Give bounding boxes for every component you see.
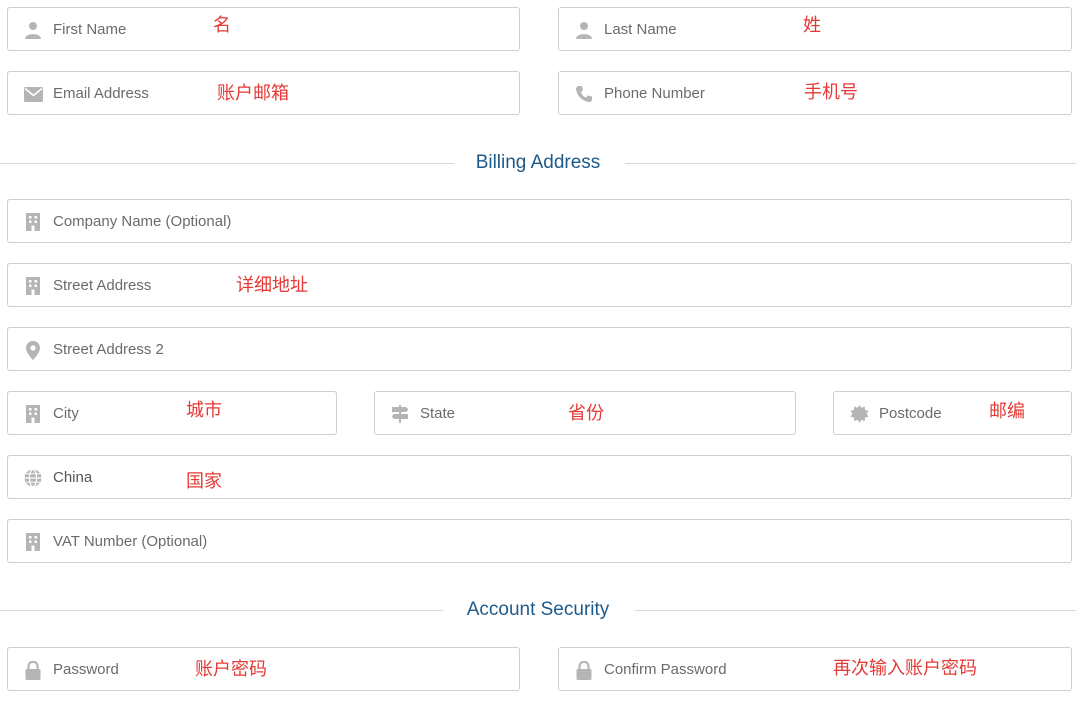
country-note: 国家 xyxy=(186,471,222,492)
certificate-icon xyxy=(849,404,869,424)
vat-number-input[interactable] xyxy=(53,520,1056,562)
user-icon xyxy=(574,20,594,40)
user-icon xyxy=(23,20,43,40)
divider-line xyxy=(625,163,1076,164)
vat-number-field[interactable] xyxy=(7,519,1072,563)
signpost-icon xyxy=(390,404,410,424)
postcode-note: 邮编 xyxy=(989,401,1025,422)
billing-section-divider: Billing Address xyxy=(0,151,1076,175)
street-address-input[interactable] xyxy=(53,264,1056,306)
city-field[interactable] xyxy=(7,391,337,435)
building-icon xyxy=(23,212,43,232)
lock-icon xyxy=(23,660,43,680)
company-input[interactable] xyxy=(53,200,1056,242)
globe-icon xyxy=(23,468,43,488)
postcode-input[interactable] xyxy=(879,392,1056,434)
password-note: 账户密码 xyxy=(195,659,267,680)
email-note: 账户邮箱 xyxy=(217,83,289,104)
confirm-password-note: 再次输入账户密码 xyxy=(833,658,977,679)
confirm-password-input[interactable] xyxy=(604,648,1056,690)
postcode-field[interactable] xyxy=(833,391,1072,435)
envelope-icon xyxy=(23,84,43,104)
street-address-2-field[interactable] xyxy=(7,327,1072,371)
country-select[interactable] xyxy=(7,455,1072,499)
security-section-divider: Account Security xyxy=(0,598,1076,622)
last-name-note: 姓 xyxy=(803,15,821,36)
first-name-note: 名 xyxy=(213,15,231,36)
building-icon xyxy=(23,532,43,552)
password-input[interactable] xyxy=(53,648,504,690)
building-icon xyxy=(23,276,43,296)
state-note: 省份 xyxy=(568,403,604,424)
lock-icon xyxy=(574,660,594,680)
company-field[interactable] xyxy=(7,199,1072,243)
first-name-input[interactable] xyxy=(53,8,504,50)
street-address-2-input[interactable] xyxy=(53,328,1056,370)
building-icon xyxy=(23,404,43,424)
street-address-note: 详细地址 xyxy=(236,275,308,296)
street-address-field[interactable] xyxy=(7,263,1072,307)
first-name-field[interactable] xyxy=(7,7,520,51)
confirm-password-field[interactable] xyxy=(558,647,1072,691)
last-name-input[interactable] xyxy=(604,8,1056,50)
map-marker-icon xyxy=(23,340,43,360)
phone-note: 手机号 xyxy=(804,82,858,103)
city-note: 城市 xyxy=(186,400,222,421)
phone-icon xyxy=(574,84,594,104)
divider-line xyxy=(635,610,1076,611)
